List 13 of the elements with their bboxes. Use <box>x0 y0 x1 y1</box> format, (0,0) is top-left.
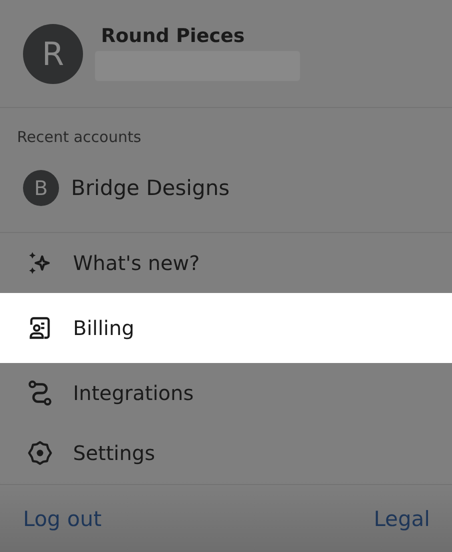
section-heading: Recent accounts <box>17 128 142 146</box>
settings-icon <box>27 440 53 466</box>
menu-item[interactable]: Billing <box>0 293 452 363</box>
menu-item[interactable]: Settings <box>0 423 452 483</box>
connection-icon <box>27 380 53 406</box>
legal-link[interactable]: Legal <box>374 507 430 531</box>
contact-card-icon <box>27 315 53 341</box>
account-name: Round Pieces <box>101 24 246 46</box>
menu-item[interactable]: What's new? <box>0 233 452 293</box>
account-avatar: R <box>23 24 83 84</box>
menu-item[interactable]: Integrations <box>0 363 452 423</box>
account-item[interactable]: B Bridge Designs <box>0 160 452 216</box>
log-out-link[interactable]: Log out <box>23 507 102 531</box>
